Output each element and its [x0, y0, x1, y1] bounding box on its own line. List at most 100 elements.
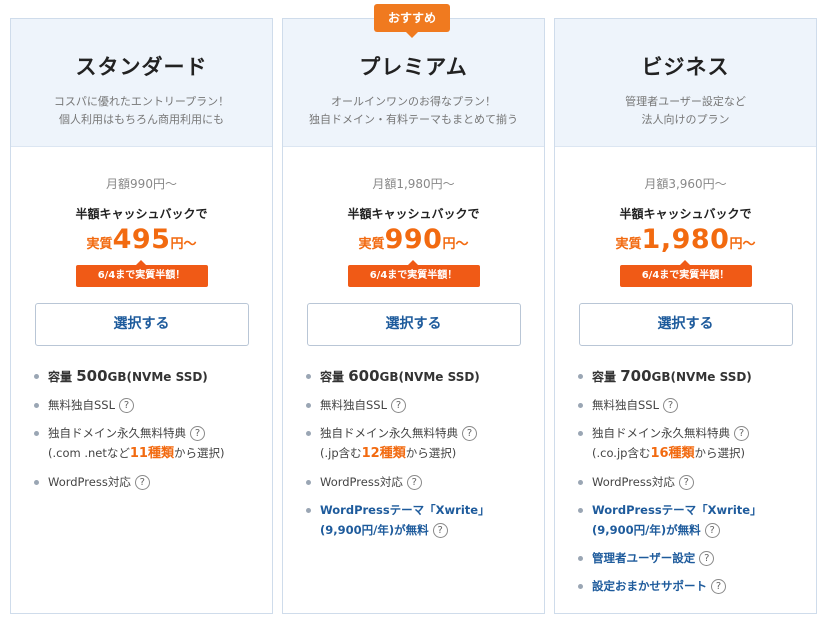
- feature-domain-count: 12種類: [361, 446, 406, 461]
- select-standard-button[interactable]: 選択する: [34, 303, 249, 346]
- effective-price-value: 495: [112, 224, 171, 255]
- feature-theme: WordPressテーマ「Xwrite」 (9,900円/年)が無料?: [577, 500, 806, 540]
- feature-domain-line-2a: (.com .netなど: [48, 446, 130, 460]
- base-price: 月額3,960円～: [644, 177, 727, 191]
- feature-domain: 独自ドメイン永久無料特典? (.com .netなど11種類から選択): [33, 423, 262, 464]
- base-price: 月額990円～: [106, 177, 177, 191]
- effective-price-value: 990: [384, 224, 443, 255]
- help-icon[interactable]: ?: [391, 398, 407, 413]
- feature-theme: WordPressテーマ「Xwrite」 (9,900円/年)が無料?: [305, 500, 534, 540]
- feature-domain: 独自ドメイン永久無料特典? (.jp含む12種類から選択): [305, 423, 534, 464]
- storage-prefix: 容量: [320, 370, 345, 384]
- effective-price-value: 1,980: [641, 224, 730, 255]
- plan-name: プレミアム: [359, 55, 468, 79]
- feature-domain-line-2b: から選択): [694, 446, 746, 460]
- campaign-badge: 6/4まで実質半額！: [619, 260, 752, 287]
- feature-wordpress-label: WordPress対応: [320, 475, 403, 489]
- effective-unit: 円～: [170, 237, 197, 252]
- help-icon[interactable]: ?: [678, 475, 694, 490]
- help-icon[interactable]: ?: [432, 523, 448, 538]
- storage-suffix: GB(NVMe SSD): [651, 370, 752, 384]
- feature-storage: 容量 700GB(NVMe SSD): [577, 366, 806, 387]
- feature-ssl-label: 無料独自SSL: [48, 398, 116, 412]
- recommend-badge: おすすめ: [374, 4, 450, 38]
- plan-description: 管理者ユーザー設定など 法人向けのプラン: [555, 93, 816, 129]
- feature-domain-line-1: 独自ドメイン永久無料特典: [320, 426, 458, 440]
- effective-price: 実質990円～: [283, 224, 544, 261]
- feature-theme-line-1: WordPressテーマ「Xwrite」: [320, 503, 490, 517]
- feature-domain-line-1: 独自ドメイン永久無料特典: [592, 426, 730, 440]
- help-icon[interactable]: ?: [699, 551, 715, 566]
- feature-ssl: 無料独自SSL?: [577, 395, 806, 415]
- help-icon[interactable]: ?: [734, 426, 749, 441]
- feature-domain-line-2b: から選択): [405, 446, 457, 460]
- storage-prefix: 容量: [592, 370, 617, 384]
- effective-prefix: 実質: [358, 237, 385, 252]
- select-business-button[interactable]: 選択する: [578, 303, 793, 346]
- help-icon[interactable]: ?: [119, 398, 135, 413]
- feature-ssl-label: 無料独自SSL: [320, 398, 388, 412]
- feature-admin-user-label: 管理者ユーザー設定: [592, 551, 696, 565]
- effective-price: 実質495円～: [11, 224, 272, 261]
- campaign-badge: 6/4まで実質半額！: [75, 260, 208, 287]
- feature-domain-count: 16種類: [650, 446, 695, 461]
- feature-setup-support: 設定おまかせサポート?: [577, 576, 806, 596]
- help-icon[interactable]: ?: [190, 426, 205, 441]
- plan-name: スタンダード: [75, 55, 208, 79]
- storage-prefix: 容量: [48, 370, 73, 384]
- feature-admin-user: 管理者ユーザー設定?: [577, 548, 806, 568]
- feature-list: 容量 500GB(NVMe SSD) 無料独自SSL? 独自ドメイン永久無料特典…: [11, 366, 272, 492]
- plan-desc-line-1: コスパに優れたエントリープラン！: [53, 95, 230, 108]
- help-icon[interactable]: ?: [663, 398, 679, 413]
- storage-value: 600: [348, 367, 380, 385]
- feature-wordpress-label: WordPress対応: [592, 475, 675, 489]
- feature-wordpress-label: WordPress対応: [48, 475, 131, 489]
- plan-desc-line-2: 独自ドメイン・有料テーマもまとめて揃う: [309, 113, 518, 126]
- plan-desc-line-1: オールインワンのお得なプラン！: [331, 95, 496, 108]
- plan-desc-line-1: 管理者ユーザー設定など: [625, 95, 746, 108]
- feature-storage: 容量 500GB(NVMe SSD): [33, 366, 262, 387]
- help-icon[interactable]: ?: [462, 426, 477, 441]
- feature-wordpress: WordPress対応?: [577, 472, 806, 492]
- feature-domain-count: 11種類: [129, 446, 174, 461]
- campaign-badge: 6/4まで実質半額！: [347, 260, 480, 287]
- feature-list: 容量 700GB(NVMe SSD) 無料独自SSL? 独自ドメイン永久無料特典…: [555, 366, 816, 596]
- feature-setup-support-label: 設定おまかせサポート: [592, 579, 707, 593]
- plan-card-premium: プレミアム オールインワンのお得なプラン！ 独自ドメイン・有料テーマもまとめて揃…: [282, 18, 545, 614]
- cashback-label: 半額キャッシュバックで: [619, 207, 752, 221]
- plan-header: スタンダード コスパに優れたエントリープラン！ 個人利用はもちろん商用利用にも: [11, 19, 272, 147]
- plan-card-business: ビジネス 管理者ユーザー設定など 法人向けのプラン 月額3,960円～ 半額キャ…: [554, 18, 817, 614]
- plan-header: ビジネス 管理者ユーザー設定など 法人向けのプラン: [555, 19, 816, 147]
- feature-wordpress: WordPress対応?: [33, 472, 262, 492]
- effective-prefix: 実質: [86, 237, 113, 252]
- storage-suffix: GB(NVMe SSD): [107, 370, 208, 384]
- feature-domain-line-1: 独自ドメイン永久無料特典: [48, 426, 186, 440]
- feature-theme-line-2: (9,900円/年)が無料: [320, 523, 429, 537]
- feature-domain-line-2b: から選択): [173, 446, 225, 460]
- storage-value: 500: [76, 367, 108, 385]
- storage-value: 700: [620, 367, 652, 385]
- feature-domain-line-2a: (.jp含む: [320, 446, 362, 460]
- plan-header: プレミアム オールインワンのお得なプラン！ 独自ドメイン・有料テーマもまとめて揃…: [283, 19, 544, 147]
- select-premium-button[interactable]: 選択する: [306, 303, 521, 346]
- feature-theme-line-1: WordPressテーマ「Xwrite」: [592, 503, 762, 517]
- effective-unit: 円～: [729, 237, 756, 252]
- feature-theme-line-2: (9,900円/年)が無料: [592, 523, 701, 537]
- plan-description: コスパに優れたエントリープラン！ 個人利用はもちろん商用利用にも: [11, 93, 272, 129]
- help-icon[interactable]: ?: [406, 475, 422, 490]
- plan-card-standard: スタンダード コスパに優れたエントリープラン！ 個人利用はもちろん商用利用にも …: [10, 18, 273, 614]
- effective-unit: 円～: [442, 237, 469, 252]
- help-icon[interactable]: ?: [134, 475, 150, 490]
- feature-domain-line-2a: (.co.jp含む: [592, 446, 651, 460]
- plan-desc-line-2: 法人向けのプラン: [641, 113, 730, 126]
- help-icon[interactable]: ?: [711, 579, 726, 594]
- plan-description: オールインワンのお得なプラン！ 独自ドメイン・有料テーマもまとめて揃う: [283, 93, 544, 129]
- plan-name: ビジネス: [641, 55, 730, 79]
- storage-suffix: GB(NVMe SSD): [379, 370, 480, 384]
- feature-ssl: 無料独自SSL?: [33, 395, 262, 415]
- base-price: 月額1,980円～: [372, 177, 455, 191]
- help-icon[interactable]: ?: [704, 523, 720, 538]
- feature-wordpress: WordPress対応?: [305, 472, 534, 492]
- feature-domain: 独自ドメイン永久無料特典? (.co.jp含む16種類から選択): [577, 423, 806, 464]
- feature-list: 容量 600GB(NVMe SSD) 無料独自SSL? 独自ドメイン永久無料特典…: [283, 366, 544, 540]
